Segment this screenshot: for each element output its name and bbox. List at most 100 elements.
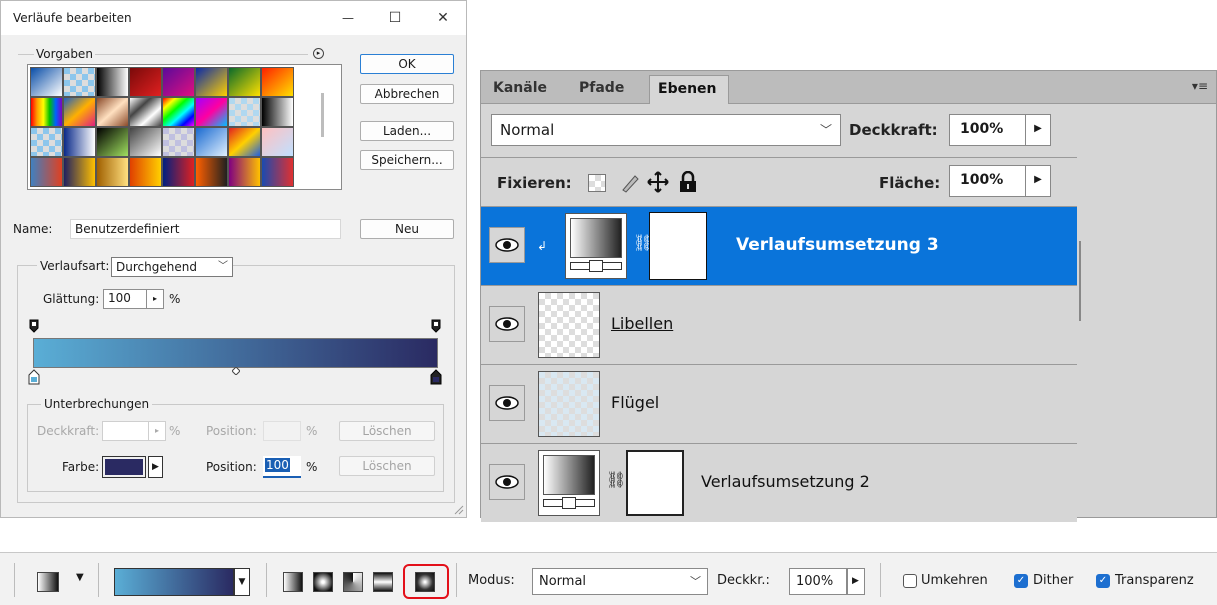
layer-row-gradient-map-2[interactable]: ⛓ Verlaufsumsetzung 2 <box>481 443 1077 522</box>
blend-mode-select[interactable]: Normal ﹀ <box>491 114 841 146</box>
layer-mask-thumbnail[interactable] <box>626 450 684 516</box>
opacity-arrow-icon[interactable]: ▶ <box>1025 114 1051 146</box>
preset-swatch[interactable] <box>162 67 195 97</box>
layer-name[interactable]: Libellen <box>611 314 673 333</box>
smoothness-stepper[interactable]: 100 ▸ <box>103 289 164 309</box>
stop-opacity-stepper[interactable]: ▸ <box>102 421 166 441</box>
delete-opacity-stop-button[interactable]: Löschen <box>339 421 435 441</box>
preset-swatch[interactable] <box>162 127 195 157</box>
preset-swatch[interactable] <box>228 157 261 187</box>
gradient-picker-preview[interactable] <box>114 568 234 596</box>
color-menu-arrow-icon[interactable]: ▶ <box>148 456 163 478</box>
lock-all-icon[interactable] <box>679 171 697 193</box>
preset-swatch[interactable] <box>195 157 228 187</box>
preset-swatch[interactable] <box>228 97 261 127</box>
preset-swatch[interactable] <box>228 67 261 97</box>
preset-swatch[interactable] <box>261 127 294 157</box>
name-field[interactable]: Benutzerdefiniert <box>70 219 341 239</box>
preset-swatch[interactable] <box>261 97 294 127</box>
tool-preset-picker-icon[interactable] <box>37 572 59 592</box>
preset-swatch[interactable] <box>30 97 63 127</box>
reflected-gradient-icon[interactable] <box>373 572 393 592</box>
panel-menu-icon[interactable]: ▾≡ <box>1192 79 1208 93</box>
mode-select[interactable]: Normal ﹀ <box>532 568 708 595</box>
preset-swatch[interactable] <box>228 127 261 157</box>
preset-swatch[interactable] <box>63 157 96 187</box>
layer-thumbnail[interactable] <box>538 371 600 437</box>
tab-channels[interactable]: Kanäle <box>485 75 555 104</box>
preset-swatch[interactable] <box>96 127 129 157</box>
delete-color-stop-button[interactable]: Löschen <box>339 456 435 476</box>
tab-layers[interactable]: Ebenen <box>649 75 729 104</box>
adjustment-thumbnail[interactable] <box>538 450 600 516</box>
preset-swatch[interactable] <box>195 127 228 157</box>
layer-thumbnail[interactable] <box>538 292 600 358</box>
preset-swatch[interactable] <box>63 67 96 97</box>
opacity-field[interactable]: 100% <box>789 568 847 595</box>
adjustment-thumbnail[interactable] <box>565 213 627 279</box>
preset-swatch[interactable] <box>63 127 96 157</box>
layer-mask-thumbnail[interactable] <box>649 212 707 280</box>
fill-field[interactable]: 100% <box>949 165 1027 197</box>
color-stop-right-icon[interactable] <box>430 369 442 385</box>
gradient-type-select[interactable]: Durchgehend ﹀ <box>111 257 233 277</box>
radial-gradient-icon[interactable] <box>313 572 333 592</box>
visibility-eye-icon[interactable] <box>489 464 525 500</box>
layer-row-gradient-map-3[interactable]: ↲ ⛓ Verlaufsumsetzung 3 <box>481 206 1077 285</box>
lock-image-pixels-icon[interactable] <box>619 171 641 193</box>
fill-arrow-icon[interactable]: ▶ <box>1025 165 1051 197</box>
link-chain-icon[interactable]: ⛓ <box>606 470 626 489</box>
midpoint-diamond-icon[interactable] <box>232 367 240 375</box>
color-stop-left-icon[interactable] <box>28 369 40 385</box>
visibility-eye-icon[interactable] <box>489 306 525 342</box>
preset-swatch[interactable] <box>96 157 129 187</box>
reverse-checkbox[interactable] <box>903 574 917 588</box>
layer-name[interactable]: Flügel <box>611 393 659 412</box>
preset-swatch[interactable] <box>63 97 96 127</box>
opacity-stop-left-icon[interactable] <box>29 319 39 333</box>
preset-swatch[interactable] <box>261 67 294 97</box>
minimize-button[interactable]: — <box>326 5 370 31</box>
opacity-field[interactable]: 100% <box>949 114 1027 146</box>
preset-swatch[interactable] <box>162 97 195 127</box>
preset-swatch[interactable] <box>129 67 162 97</box>
preset-swatch[interactable] <box>96 67 129 97</box>
maximize-button[interactable]: ☐ <box>373 5 417 31</box>
preset-swatch[interactable] <box>30 157 63 187</box>
preset-swatch[interactable] <box>30 67 63 97</box>
layer-name[interactable]: Verlaufsumsetzung 2 <box>701 472 870 491</box>
preset-swatch[interactable] <box>162 157 195 187</box>
preset-swatch[interactable] <box>96 97 129 127</box>
resize-grip-icon[interactable] <box>454 505 464 515</box>
new-button[interactable]: Neu <box>360 219 454 239</box>
presets-scrollbar[interactable] <box>321 93 324 137</box>
lock-transparent-pixels-icon[interactable] <box>588 174 606 192</box>
opacity-position-field[interactable] <box>263 421 301 441</box>
gradient-preview-bar[interactable] <box>33 338 438 368</box>
preset-swatch[interactable] <box>30 127 63 157</box>
ok-button[interactable]: OK <box>360 54 454 74</box>
load-button[interactable]: Laden... <box>360 121 454 141</box>
color-position-field[interactable]: 100 <box>263 456 301 478</box>
angle-gradient-icon[interactable] <box>343 572 363 592</box>
presets-menu-icon[interactable]: ▸ <box>313 48 324 59</box>
stepper-arrow-icon[interactable]: ▸ <box>146 290 163 308</box>
tab-paths[interactable]: Pfade <box>571 75 632 104</box>
transparency-checkbox[interactable]: ✓ <box>1096 574 1110 588</box>
close-button[interactable]: ✕ <box>421 5 465 31</box>
visibility-eye-icon[interactable] <box>489 385 525 421</box>
lock-position-icon[interactable] <box>646 170 670 194</box>
color-swatch[interactable] <box>102 456 146 478</box>
preset-swatch[interactable] <box>129 127 162 157</box>
preset-swatch[interactable] <box>261 157 294 187</box>
layer-row-fluegel[interactable]: Flügel <box>481 364 1077 443</box>
opacity-arrow-icon[interactable]: ▶ <box>847 568 865 595</box>
preset-swatch[interactable] <box>195 67 228 97</box>
layer-row-libellen[interactable]: Libellen <box>481 285 1077 364</box>
preset-swatch[interactable] <box>195 97 228 127</box>
dither-checkbox[interactable]: ✓ <box>1014 574 1028 588</box>
layers-scrollbar[interactable] <box>1079 241 1081 321</box>
chevron-down-icon[interactable]: ▼ <box>76 572 84 583</box>
linear-gradient-icon[interactable] <box>283 572 303 592</box>
save-button[interactable]: Speichern... <box>360 150 454 170</box>
